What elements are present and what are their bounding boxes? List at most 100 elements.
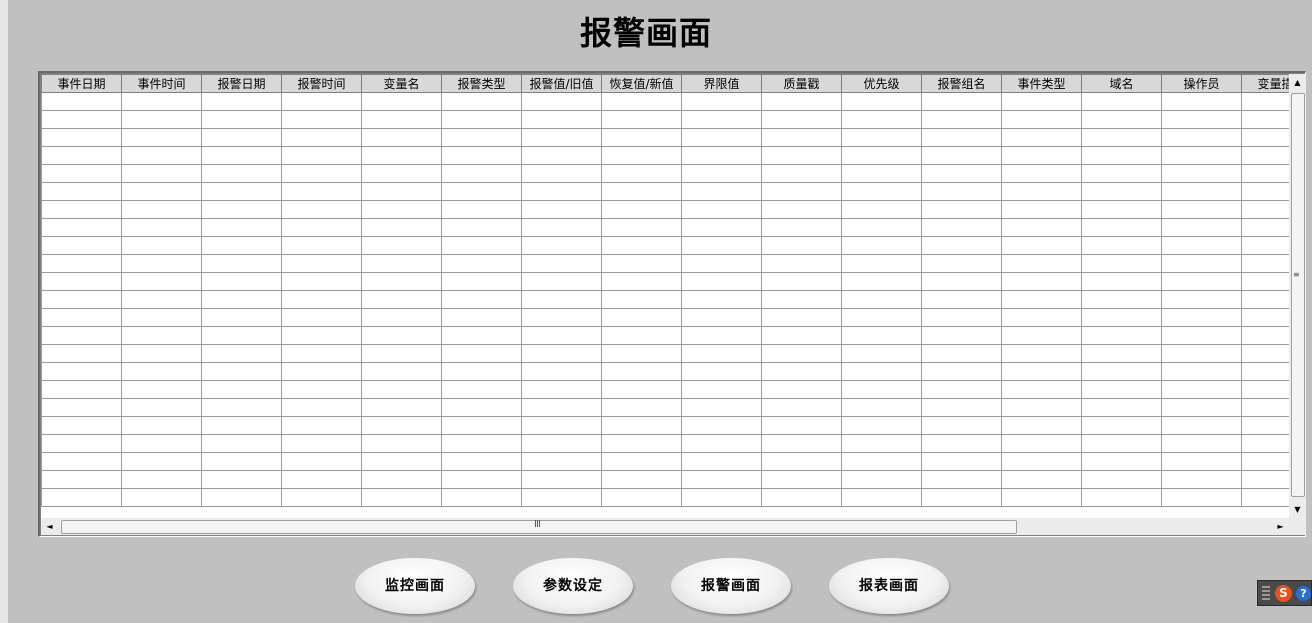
table-cell[interactable] xyxy=(361,488,442,507)
table-row[interactable] xyxy=(41,128,1289,147)
table-cell[interactable] xyxy=(441,326,522,345)
table-cell[interactable] xyxy=(441,110,522,129)
table-cell[interactable] xyxy=(521,110,602,129)
table-cell[interactable] xyxy=(281,362,362,381)
table-cell[interactable] xyxy=(121,380,202,399)
table-cell[interactable] xyxy=(281,128,362,147)
table-cell[interactable] xyxy=(1001,488,1082,507)
table-cell[interactable] xyxy=(521,254,602,273)
table-cell[interactable] xyxy=(41,128,122,147)
table-cell[interactable] xyxy=(121,128,202,147)
table-cell[interactable] xyxy=(601,218,682,237)
table-cell[interactable] xyxy=(41,326,122,345)
table-row[interactable] xyxy=(41,362,1289,381)
table-cell[interactable] xyxy=(1241,416,1289,435)
table-cell[interactable] xyxy=(1001,272,1082,291)
table-cell[interactable] xyxy=(1001,182,1082,201)
table-cell[interactable] xyxy=(921,236,1002,255)
table-cell[interactable] xyxy=(361,344,442,363)
table-cell[interactable] xyxy=(121,272,202,291)
table-cell[interactable] xyxy=(1161,254,1242,273)
table-cell[interactable] xyxy=(441,92,522,111)
column-header[interactable]: 报警类型 xyxy=(441,74,522,93)
table-cell[interactable] xyxy=(281,290,362,309)
table-cell[interactable] xyxy=(601,182,682,201)
table-cell[interactable] xyxy=(761,200,842,219)
table-cell[interactable] xyxy=(1001,218,1082,237)
table-cell[interactable] xyxy=(281,326,362,345)
parameter-settings-button[interactable]: 参数设定 xyxy=(513,558,633,614)
table-cell[interactable] xyxy=(841,128,922,147)
column-header[interactable]: 报警时间 xyxy=(281,74,362,93)
table-cell[interactable] xyxy=(441,254,522,273)
table-cell[interactable] xyxy=(1081,218,1162,237)
table-row[interactable] xyxy=(41,380,1289,399)
table-cell[interactable] xyxy=(761,362,842,381)
table-cell[interactable] xyxy=(41,434,122,453)
table-row[interactable] xyxy=(41,254,1289,273)
table-cell[interactable] xyxy=(1001,452,1082,471)
table-cell[interactable] xyxy=(281,200,362,219)
table-cell[interactable] xyxy=(921,218,1002,237)
table-row[interactable] xyxy=(41,326,1289,345)
table-cell[interactable] xyxy=(921,308,1002,327)
table-cell[interactable] xyxy=(121,92,202,111)
table-cell[interactable] xyxy=(521,290,602,309)
table-cell[interactable] xyxy=(601,290,682,309)
table-cell[interactable] xyxy=(601,380,682,399)
table-cell[interactable] xyxy=(681,218,762,237)
table-cell[interactable] xyxy=(281,110,362,129)
table-cell[interactable] xyxy=(281,380,362,399)
vertical-scrollbar[interactable]: ▲ ≡ ▼ xyxy=(1289,74,1306,518)
table-row[interactable] xyxy=(41,308,1289,327)
table-cell[interactable] xyxy=(121,218,202,237)
table-cell[interactable] xyxy=(761,470,842,489)
table-cell[interactable] xyxy=(1241,470,1289,489)
table-cell[interactable] xyxy=(201,308,282,327)
table-cell[interactable] xyxy=(1001,92,1082,111)
table-cell[interactable] xyxy=(681,380,762,399)
table-cell[interactable] xyxy=(521,470,602,489)
table-cell[interactable] xyxy=(841,380,922,399)
table-cell[interactable] xyxy=(1081,344,1162,363)
table-cell[interactable] xyxy=(441,128,522,147)
table-cell[interactable] xyxy=(121,110,202,129)
alarm-screen-button[interactable]: 报警画面 xyxy=(671,558,791,614)
table-cell[interactable] xyxy=(441,218,522,237)
table-row[interactable] xyxy=(41,416,1289,435)
table-cell[interactable] xyxy=(361,254,442,273)
table-row[interactable] xyxy=(41,488,1289,507)
table-cell[interactable] xyxy=(521,308,602,327)
table-cell[interactable] xyxy=(121,200,202,219)
table-cell[interactable] xyxy=(601,398,682,417)
table-cell[interactable] xyxy=(201,200,282,219)
table-cell[interactable] xyxy=(41,200,122,219)
table-cell[interactable] xyxy=(681,200,762,219)
column-header[interactable]: 报警组名 xyxy=(921,74,1002,93)
table-cell[interactable] xyxy=(121,434,202,453)
table-cell[interactable] xyxy=(281,182,362,201)
column-header[interactable]: 事件时间 xyxy=(121,74,202,93)
table-cell[interactable] xyxy=(761,110,842,129)
table-cell[interactable] xyxy=(521,398,602,417)
table-cell[interactable] xyxy=(681,326,762,345)
column-header[interactable]: 操作员 xyxy=(1161,74,1242,93)
table-row[interactable] xyxy=(41,236,1289,255)
table-cell[interactable] xyxy=(41,182,122,201)
table-cell[interactable] xyxy=(601,128,682,147)
table-cell[interactable] xyxy=(121,326,202,345)
table-cell[interactable] xyxy=(521,272,602,291)
column-header[interactable]: 界限值 xyxy=(681,74,762,93)
table-cell[interactable] xyxy=(601,92,682,111)
table-cell[interactable] xyxy=(921,362,1002,381)
table-row[interactable] xyxy=(41,452,1289,471)
table-cell[interactable] xyxy=(1241,164,1289,183)
table-cell[interactable] xyxy=(1081,92,1162,111)
table-cell[interactable] xyxy=(1161,362,1242,381)
table-cell[interactable] xyxy=(201,182,282,201)
table-cell[interactable] xyxy=(921,326,1002,345)
table-cell[interactable] xyxy=(921,182,1002,201)
table-cell[interactable] xyxy=(1001,110,1082,129)
table-cell[interactable] xyxy=(921,344,1002,363)
table-cell[interactable] xyxy=(761,416,842,435)
